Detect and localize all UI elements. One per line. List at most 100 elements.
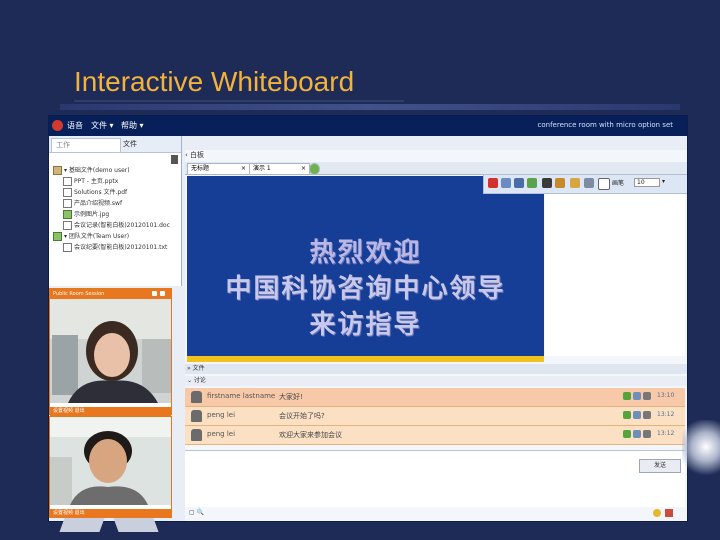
files-splitter[interactable]: » 文件: [185, 364, 687, 374]
add-icon[interactable]: [623, 411, 631, 419]
rectangle-icon[interactable]: [598, 178, 610, 190]
chat-time: 13:10: [657, 392, 675, 399]
file-panel: 工作 文件 ▾ 基础文件(demo user) PPT - 主页.pptx So…: [49, 136, 182, 286]
settings-icon[interactable]: [665, 509, 673, 517]
chat-message: 欢迎大家来参加会议: [279, 431, 342, 439]
pointer-icon[interactable]: [527, 178, 537, 188]
folder-icon: [53, 166, 62, 175]
select-icon[interactable]: [542, 178, 552, 188]
add-icon[interactable]: [623, 392, 631, 400]
tree-label: ▾ 基础文件(demo user): [64, 167, 130, 174]
highlighter-icon[interactable]: [570, 178, 580, 188]
tree-file[interactable]: 会议纪要(智能白板)20120101.txt: [63, 243, 167, 253]
tree-file[interactable]: Solutions 文件.pdf: [63, 188, 127, 198]
video-panel-2: 设置视频 退出: [49, 416, 172, 518]
board-text-line-2: 中国科协咨询中心领导: [225, 274, 506, 304]
document-icon: [63, 221, 72, 230]
image-icon: [63, 210, 72, 219]
close-icon[interactable]: [160, 291, 165, 296]
tab-files[interactable]: 文件: [119, 138, 179, 151]
line-icon[interactable]: [584, 178, 594, 188]
clear-icon[interactable]: [488, 178, 498, 188]
tree-label: ▾ 团队文件(Team User): [64, 233, 130, 240]
video-footer[interactable]: 设置视频 退出: [50, 509, 171, 518]
menu-help[interactable]: 帮助 ▾: [121, 120, 144, 131]
text-icon[interactable]: [555, 178, 565, 188]
title-glow-bar: [60, 104, 680, 110]
minimize-icon[interactable]: [152, 291, 157, 296]
title-underline: [74, 100, 404, 102]
tree-file[interactable]: PPT - 主页.pptx: [63, 177, 118, 187]
chat-input[interactable]: 发送: [185, 450, 685, 507]
status-text: ▢ 🔍: [189, 509, 205, 516]
tree-file[interactable]: 产品介绍视频.swf: [63, 199, 122, 209]
tab-untitled[interactable]: 无标题 ×: [187, 163, 250, 175]
drawing-toolbar: 画笔 10 ▾: [483, 174, 687, 194]
tree-folder-basic[interactable]: ▾ 基础文件(demo user): [53, 166, 130, 176]
chat-time: 13:12: [657, 430, 675, 437]
video-header: Public Room Session: [50, 289, 171, 299]
menubar: 语音 文件 ▾ 帮助 ▾ conference room with micro …: [49, 116, 687, 136]
chat-time: 13:12: [657, 411, 675, 418]
decor-arrow-left: [59, 518, 105, 532]
conference-room-label: conference room with micro option set: [537, 121, 674, 129]
chat-author: peng lei: [207, 411, 236, 419]
avatar-icon: [191, 410, 202, 422]
chat-author: firstname lastname: [207, 392, 276, 400]
breadcrumb[interactable]: ‹ 白板: [185, 150, 204, 160]
tree-label: 示例图片.jpg: [74, 211, 110, 218]
folder-icon: [53, 232, 62, 241]
emoji-icon[interactable]: [653, 509, 661, 517]
menu-file[interactable]: 文件 ▾: [91, 120, 114, 131]
tree-label: Solutions 文件.pdf: [74, 189, 128, 196]
open-icon[interactable]: [501, 178, 511, 188]
message-icon[interactable]: [633, 392, 641, 400]
trash-icon[interactable]: [171, 155, 178, 164]
chat-row: peng lei 欢迎大家来参加会议 13:12: [185, 426, 685, 445]
tree-label: PPT - 主页.pptx: [74, 178, 119, 185]
document-icon: [63, 188, 72, 197]
user-icon[interactable]: [643, 392, 651, 400]
user-icon[interactable]: [643, 411, 651, 419]
user-icon[interactable]: [643, 430, 651, 438]
brush-size-select[interactable]: 10: [634, 178, 660, 187]
chat-message: 大家好!: [279, 393, 303, 401]
chevron-down-icon[interactable]: ▾: [662, 178, 665, 185]
slide-title: Interactive Whiteboard: [74, 66, 355, 97]
status-bar: ▢ 🔍: [185, 509, 685, 519]
save-icon[interactable]: [514, 178, 524, 188]
menu-voice[interactable]: 语音: [67, 120, 83, 131]
close-tab-icon[interactable]: ×: [241, 164, 246, 174]
chat-row: peng lei 会议开始了吗? 13:12: [185, 407, 685, 426]
message-icon[interactable]: [633, 430, 641, 438]
chat-row: firstname lastname 大家好! 13:10: [185, 388, 685, 407]
chat-author: peng lei: [207, 430, 236, 438]
chat-message: 会议开始了吗?: [279, 412, 325, 420]
tree-file[interactable]: 会议记录(智能白板)20120101.doc: [63, 221, 170, 231]
chat-header[interactable]: ⌄ 讨论: [185, 376, 687, 386]
tab-demo[interactable]: 演示 1 ×: [249, 163, 310, 175]
app-logo-icon: [52, 120, 63, 131]
board-text-line-1: 热烈欢迎: [309, 238, 422, 268]
message-icon[interactable]: [633, 411, 641, 419]
video-footer[interactable]: 设置视频 退出: [50, 407, 171, 416]
document-icon: [63, 177, 72, 186]
document-icon: [63, 199, 72, 208]
close-tab-icon[interactable]: ×: [301, 164, 306, 174]
add-tab-icon[interactable]: [309, 163, 320, 175]
brush-size-label: 画笔: [612, 180, 625, 187]
add-icon[interactable]: [623, 430, 631, 438]
tree-folder-team[interactable]: ▾ 团队文件(Team User): [53, 232, 129, 242]
tree-label: 会议记录(智能白板)20120101.doc: [74, 222, 170, 229]
video-feed-woman: [50, 299, 171, 403]
tree-label: 会议纪要(智能白板)20120101.txt: [74, 244, 168, 251]
send-button[interactable]: 发送: [639, 459, 681, 473]
tab-work[interactable]: 工作: [51, 138, 121, 153]
video-panel-1: Public Room Session 设置视频 退出: [49, 288, 172, 416]
decor-arrow-right: [113, 518, 159, 532]
tree-label: 产品介绍视频.swf: [74, 200, 123, 207]
whiteboard-empty-area[interactable]: [545, 176, 685, 356]
tree-file[interactable]: 示例图片.jpg: [63, 210, 109, 220]
video-feed-man: [50, 417, 171, 505]
whiteboard-slide[interactable]: 热烈欢迎 中国科协咨询中心领导 来访指导: [187, 176, 544, 362]
